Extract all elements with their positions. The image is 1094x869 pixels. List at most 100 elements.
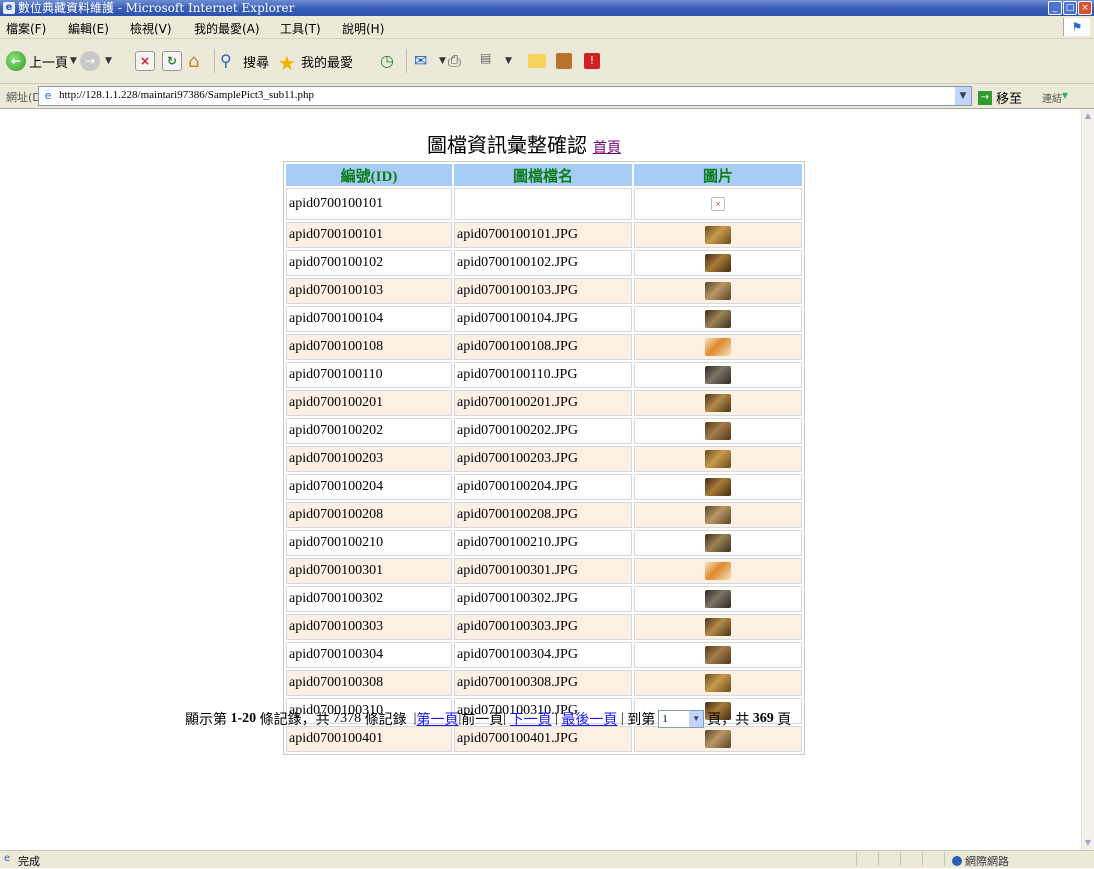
table-row: apid0700100203 apid0700100203.JPG xyxy=(286,446,802,472)
minimize-button[interactable]: _ xyxy=(1048,1,1062,15)
specimen-thumbnail[interactable] xyxy=(705,478,731,496)
specimen-thumbnail[interactable] xyxy=(705,730,731,748)
cell-filename: apid0700100110.JPG xyxy=(454,362,632,388)
scroll-down-icon[interactable]: ▼ xyxy=(1083,838,1093,848)
cell-id: apid0700100210 xyxy=(286,530,452,556)
back-dropdown-icon[interactable]: ▼ xyxy=(70,56,77,66)
specimen-thumbnail[interactable] xyxy=(705,506,731,524)
edit-dropdown-icon[interactable]: ▼ xyxy=(505,56,512,66)
table-row: apid0700100302 apid0700100302.JPG xyxy=(286,586,802,612)
vertical-scrollbar[interactable]: ▲ ▼ xyxy=(1081,109,1094,850)
specimen-thumbnail[interactable] xyxy=(705,366,731,384)
next-page-link[interactable]: 下一頁 xyxy=(510,709,552,729)
stop-button[interactable]: × xyxy=(135,49,158,73)
close-button[interactable]: × xyxy=(1078,1,1092,15)
cell-id: apid0700100110 xyxy=(286,362,452,388)
home-link[interactable]: 首頁 xyxy=(593,140,621,156)
pager-total: 7378 xyxy=(333,711,362,726)
cell-id: apid0700100308 xyxy=(286,670,452,696)
menu-file[interactable]: 檔案(F) xyxy=(6,20,46,37)
cell-id: apid0700100108 xyxy=(286,334,452,360)
cell-id: apid0700100304 xyxy=(286,642,452,668)
cell-id: apid0700100302 xyxy=(286,586,452,612)
back-label: 上一頁 xyxy=(29,55,69,71)
table-row: apid0700100204 apid0700100204.JPG xyxy=(286,474,802,500)
cell-filename: apid0700100302.JPG xyxy=(454,586,632,612)
cell-image xyxy=(634,306,802,332)
page-select[interactable]: 1 ▼ xyxy=(658,710,705,728)
forward-arrow-icon: → xyxy=(80,51,100,71)
specimen-thumbnail[interactable] xyxy=(705,338,731,356)
specimen-thumbnail[interactable] xyxy=(705,282,731,300)
table-row: apid0700100110 apid0700100110.JPG xyxy=(286,362,802,388)
search-button[interactable]: ⚲ 搜尋 xyxy=(220,49,269,73)
research-button[interactable]: ! xyxy=(584,49,603,73)
cell-filename: apid0700100101.JPG xyxy=(454,222,632,248)
specimen-thumbnail[interactable] xyxy=(705,422,731,440)
history-button[interactable]: ◷ xyxy=(380,49,403,73)
folder-button[interactable] xyxy=(528,49,549,73)
last-page-link[interactable]: 最後一頁 xyxy=(561,709,617,729)
cell-id: apid0700100201 xyxy=(286,390,452,416)
specimen-thumbnail[interactable] xyxy=(705,226,731,244)
links-button[interactable]: 連結 xyxy=(1042,90,1062,105)
forward-button[interactable]: → ▼ xyxy=(80,49,112,73)
scroll-up-icon[interactable]: ▲ xyxy=(1083,111,1093,121)
page-select-dropdown-icon[interactable]: ▼ xyxy=(689,711,704,727)
address-url[interactable]: http://128.1.1.228/maintari97386/SampleP… xyxy=(59,89,314,101)
broken-image-icon: × xyxy=(711,196,725,211)
cell-filename: apid0700100104.JPG xyxy=(454,306,632,332)
specimen-thumbnail[interactable] xyxy=(705,310,731,328)
favorites-button[interactable]: ★ 我的最愛 xyxy=(278,49,353,75)
go-button[interactable]: → 移至 xyxy=(978,88,1022,107)
menu-help[interactable]: 說明(H) xyxy=(342,20,384,37)
window-controls: _ □ × xyxy=(1048,1,1092,15)
table-row: apid0700100104 apid0700100104.JPG xyxy=(286,306,802,332)
address-dropdown-icon[interactable]: ▼ xyxy=(955,87,971,105)
mail-dropdown-icon[interactable]: ▼ xyxy=(439,56,446,66)
mail-button[interactable]: ✉ ▼ xyxy=(414,49,446,73)
specimen-thumbnail[interactable] xyxy=(705,534,731,552)
specimen-thumbnail[interactable] xyxy=(705,674,731,692)
messenger-button[interactable] xyxy=(556,49,575,73)
search-icon: ⚲ xyxy=(220,51,232,70)
cell-id: apid0700100101 xyxy=(286,188,452,220)
cell-id: apid0700100102 xyxy=(286,250,452,276)
specimen-thumbnail[interactable] xyxy=(705,562,731,580)
table-row: apid0700100304 apid0700100304.JPG xyxy=(286,642,802,668)
cell-image xyxy=(634,390,802,416)
first-page-link[interactable]: 第一頁 xyxy=(416,709,458,729)
maximize-button[interactable]: □ xyxy=(1063,1,1077,15)
cell-filename: apid0700100303.JPG xyxy=(454,614,632,640)
specimen-thumbnail[interactable] xyxy=(705,618,731,636)
cell-image xyxy=(634,222,802,248)
history-icon: ◷ xyxy=(380,51,394,70)
edit-button[interactable]: ▤ ▼ xyxy=(480,49,512,73)
menu-tools[interactable]: 工具(T) xyxy=(280,20,321,37)
specimen-thumbnail[interactable] xyxy=(705,450,731,468)
cell-id: apid0700100203 xyxy=(286,446,452,472)
specimen-thumbnail[interactable] xyxy=(705,646,731,664)
refresh-button[interactable]: ↻ xyxy=(162,49,185,73)
back-button[interactable]: ← 上一頁 ▼ xyxy=(6,49,77,73)
links-icon[interactable]: ▾ xyxy=(1062,88,1068,102)
cell-filename: apid0700100201.JPG xyxy=(454,390,632,416)
internet-globe-icon xyxy=(952,856,962,866)
specimen-thumbnail[interactable] xyxy=(705,394,731,412)
cell-filename: apid0700100401.JPG xyxy=(454,726,632,752)
folder-icon xyxy=(528,54,546,68)
menu-edit[interactable]: 編輯(E) xyxy=(68,20,109,37)
specimen-thumbnail[interactable] xyxy=(705,590,731,608)
forward-dropdown-icon[interactable]: ▼ xyxy=(105,56,112,66)
print-button[interactable]: ⎙ xyxy=(448,49,471,73)
address-input[interactable]: e http://128.1.1.228/maintari97386/Sampl… xyxy=(38,86,972,106)
menu-bar: 檔案(F) 編輯(E) 檢視(V) 我的最愛(A) 工具(T) 說明(H) ⚑ xyxy=(0,16,1094,39)
go-arrow-icon: → xyxy=(978,90,992,105)
status-bar: e 完成 網際網路 xyxy=(0,850,1094,868)
table-row: apid0700100102 apid0700100102.JPG xyxy=(286,250,802,276)
menu-favorites[interactable]: 我的最愛(A) xyxy=(194,20,260,37)
specimen-thumbnail[interactable] xyxy=(705,254,731,272)
prev-page-text: 前一頁 xyxy=(461,713,504,728)
home-button[interactable]: ⌂ xyxy=(188,49,211,73)
menu-view[interactable]: 檢視(V) xyxy=(130,20,172,37)
